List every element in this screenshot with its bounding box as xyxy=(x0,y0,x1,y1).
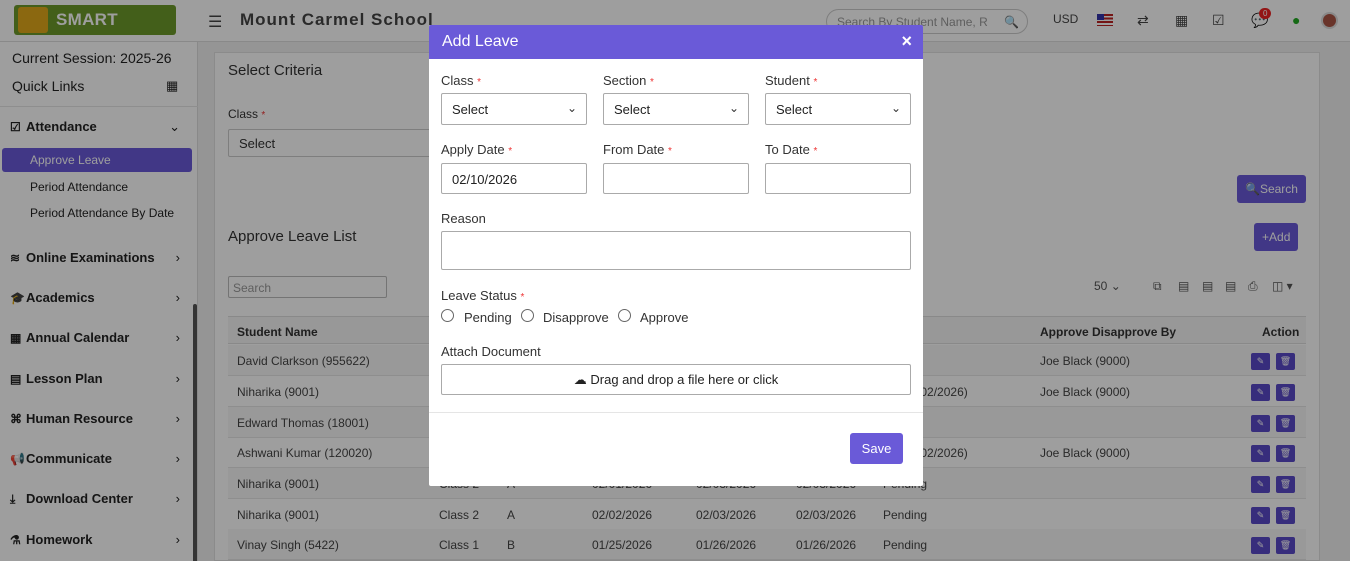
attach-document-label: Attach Document xyxy=(441,344,541,359)
apply-date-field[interactable]: 02/10/2026 xyxy=(441,163,587,194)
from-date-field[interactable] xyxy=(603,163,749,194)
radio-pending[interactable] xyxy=(441,309,454,322)
radio-approve-label: Approve xyxy=(640,310,689,325)
add-leave-modal: Add Leave × Class * Section * Student * … xyxy=(429,25,923,486)
required-mark: * xyxy=(520,292,525,303)
reason-field[interactable] xyxy=(441,231,911,270)
class-select[interactable]: Select ⌄ xyxy=(441,93,587,125)
modal-header: Add Leave × xyxy=(429,25,923,59)
close-icon[interactable]: × xyxy=(901,31,912,52)
label-text: Student xyxy=(765,73,810,88)
leave-status-label: Leave Status * xyxy=(441,288,524,303)
required-mark: * xyxy=(508,146,513,157)
required-mark: * xyxy=(668,146,672,157)
radio-disapprove-label: Disapprove xyxy=(543,310,609,325)
label-text: Leave Status xyxy=(441,288,517,303)
student-select[interactable]: Select ⌄ xyxy=(765,93,911,125)
student-label: Student * xyxy=(765,73,817,88)
file-drop-zone[interactable]: ☁ Drag and drop a file here or click xyxy=(441,364,911,395)
required-mark: * xyxy=(477,77,482,88)
reason-label: Reason xyxy=(441,211,486,226)
cloud-upload-icon: ☁ xyxy=(573,372,587,387)
modal-footer-divider xyxy=(429,412,923,413)
chevron-down-icon: ⌄ xyxy=(566,101,577,115)
select-value: Select xyxy=(776,102,813,117)
section-select[interactable]: Select ⌄ xyxy=(603,93,749,125)
section-label: Section * xyxy=(603,73,654,88)
radio-disapprove[interactable] xyxy=(521,309,534,322)
select-value: Select xyxy=(614,102,651,117)
label-text: Class xyxy=(441,73,474,88)
class-label: Class * xyxy=(441,73,481,88)
label-text: From Date xyxy=(603,142,665,157)
chevron-down-icon: ⌄ xyxy=(728,101,739,115)
select-value: Select xyxy=(452,102,489,117)
to-date-label: To Date * xyxy=(765,142,817,157)
required-mark: * xyxy=(813,77,818,88)
to-date-field[interactable] xyxy=(765,163,911,194)
drop-text: Drag and drop a file here or click xyxy=(590,372,779,387)
radio-pending-label: Pending xyxy=(464,310,512,325)
apply-date-label: Apply Date * xyxy=(441,142,512,157)
save-button[interactable]: Save xyxy=(850,433,903,464)
label-text: To Date xyxy=(765,142,810,157)
from-date-label: From Date * xyxy=(603,142,672,157)
required-mark: * xyxy=(813,146,818,157)
label-text: Section xyxy=(603,73,647,88)
radio-approve[interactable] xyxy=(618,309,631,322)
chevron-down-icon: ⌄ xyxy=(890,101,901,115)
required-mark: * xyxy=(650,77,654,88)
modal-title: Add Leave xyxy=(442,33,519,50)
label-text: Apply Date xyxy=(441,142,505,157)
